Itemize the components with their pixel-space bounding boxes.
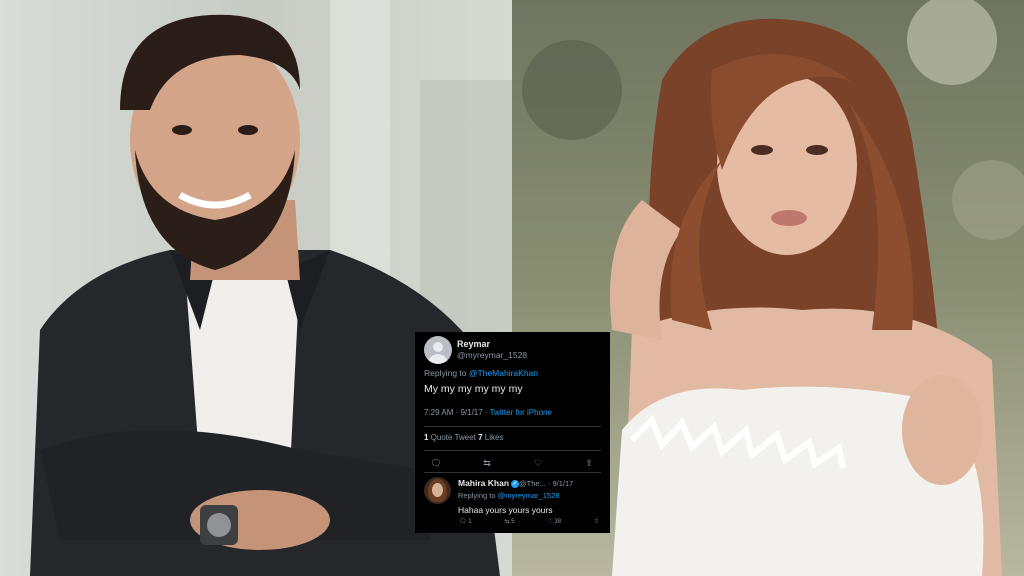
replying-to-mention[interactable]: @TheMahiraKhan [469,368,538,378]
reply-author[interactable]: Mahira Khan ✓ [458,478,520,488]
default-avatar-icon[interactable] [424,336,452,364]
tweet-author-handle[interactable]: @myreymar_1528 [457,350,527,360]
tweet-source[interactable]: Twitter for iPhone [490,408,552,417]
tweet-actions: 🗨 ⇆ ♡ ⇧ [424,458,601,469]
reply-retweet-action[interactable]: ⇆ 5 [504,518,514,525]
replying-to-prefix: Replying to [424,368,469,378]
reply-reply-action[interactable]: 🗨 1 [459,518,472,525]
replying-to-line: Replying to @TheMahiraKhan [424,368,538,378]
tweet-text: My my my my my my [424,383,523,395]
reply-text: Hahaa yours yours yours [458,505,553,515]
retweet-icon[interactable]: ⇆ [475,458,499,469]
reply-like-count: 38 [554,519,562,525]
reply-actions: 🗨 1 ⇆ 5 ♡ 38 ⇧ [459,518,599,525]
tweet-author-name[interactable]: Reymar [457,339,490,349]
reply-replying-mention[interactable]: @myreymar_1528 [498,491,560,500]
reply-retweet-count: 5 [511,519,515,525]
reply-author-avatar[interactable] [424,477,451,504]
divider [424,450,601,451]
verified-icon: ✓ [511,479,520,488]
reply-icon[interactable]: 🗨 [424,458,448,469]
reply-replying-to: Replying to @myreymar_1528 [458,491,559,500]
reply-author-handle[interactable]: @The... · 9/1/17 [519,479,573,488]
tweet-stats: 1 Quote Tweet 7 Likes [424,433,503,442]
reply-author-name[interactable]: Mahira Khan [458,478,509,488]
tweet-meta: 7:29 AM · 9/1/17 · Twitter for iPhone [424,408,552,417]
reply-share-icon[interactable]: ⇧ [594,518,599,525]
likes-label[interactable]: Likes [483,433,504,442]
reply-like-action[interactable]: ♡ 38 [547,518,561,525]
share-icon[interactable]: ⇧ [577,458,601,469]
tweet-card: Reymar @myreymar_1528 Replying to @TheMa… [415,332,610,533]
divider [424,472,601,473]
reply-replying-prefix: Replying to [458,491,498,500]
reply-reply-count: 1 [468,519,472,525]
divider [424,426,601,427]
like-icon[interactable]: ♡ [526,458,550,469]
quote-label[interactable]: Quote Tweet [428,433,478,442]
tweet-time-date[interactable]: 7:29 AM · 9/1/17 · [424,408,490,417]
